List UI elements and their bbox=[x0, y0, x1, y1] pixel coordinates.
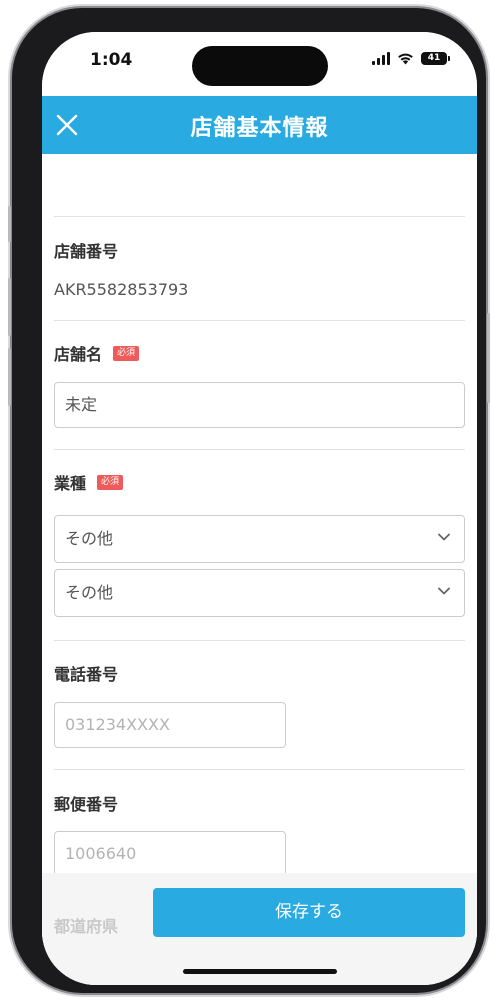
store-name-label: 店舗名 必須 bbox=[54, 341, 140, 365]
home-indicator[interactable] bbox=[183, 969, 337, 974]
status-bar: 1:04 41 bbox=[42, 32, 477, 96]
postal-label-text: 郵便番号 bbox=[54, 795, 119, 814]
divider bbox=[54, 449, 465, 450]
required-badge: 必須 bbox=[97, 474, 124, 490]
save-button[interactable]: 保存する bbox=[153, 888, 465, 937]
phone-label: 電話番号 bbox=[54, 661, 118, 685]
store-number-value: AKR5582853793 bbox=[54, 280, 189, 299]
industry-label: 業種 必須 bbox=[54, 470, 124, 494]
store-number-label-text: 店舗番号 bbox=[54, 242, 119, 261]
app-header: 店舗基本情報 bbox=[42, 96, 477, 154]
status-icons: 41 bbox=[372, 52, 450, 65]
power-button bbox=[487, 313, 490, 403]
signal-icon bbox=[372, 52, 390, 65]
store-name-input[interactable]: 未定 bbox=[54, 382, 465, 428]
prefecture-label: 都道府県 bbox=[54, 917, 119, 936]
divider bbox=[54, 640, 465, 641]
battery-icon: 41 bbox=[421, 52, 450, 65]
industry-select-secondary-value: その他 bbox=[65, 583, 114, 602]
industry-select-secondary[interactable]: その他 bbox=[54, 569, 465, 617]
page-title: 店舗基本情報 bbox=[190, 116, 329, 141]
postal-code-input[interactable]: 1006640 bbox=[54, 831, 286, 877]
divider bbox=[54, 769, 465, 770]
silent-switch bbox=[8, 206, 11, 242]
store-name-label-text: 店舗名 bbox=[54, 345, 103, 364]
dynamic-island bbox=[192, 46, 328, 86]
store-number-label: 店舗番号 bbox=[54, 238, 118, 262]
divider bbox=[54, 216, 465, 217]
industry-label-text: 業種 bbox=[54, 474, 87, 493]
industry-select-primary[interactable]: その他 bbox=[54, 515, 465, 563]
postal-label: 郵便番号 bbox=[54, 791, 118, 815]
phone-label-text: 電話番号 bbox=[54, 665, 119, 684]
divider bbox=[54, 320, 465, 321]
screen: 1:04 41 店舗基本情報 店舗番号 AKR5582853793 店舗名 必須… bbox=[42, 32, 477, 985]
wifi-icon bbox=[398, 53, 413, 65]
status-time: 1:04 bbox=[90, 50, 133, 70]
volume-up-button bbox=[8, 278, 11, 336]
phone-frame: 1:04 41 店舗基本情報 店舗番号 AKR5582853793 店舗名 必須… bbox=[8, 8, 490, 993]
chevron-down-icon bbox=[438, 533, 450, 541]
industry-select-primary-value: その他 bbox=[65, 529, 114, 548]
form-content: 店舗番号 AKR5582853793 店舗名 必須 未定 業種 必須 その他 そ… bbox=[42, 154, 477, 985]
volume-down-button bbox=[8, 348, 11, 406]
phone-input[interactable]: 031234XXXX bbox=[54, 702, 286, 748]
required-badge: 必須 bbox=[113, 345, 140, 361]
chevron-down-icon bbox=[438, 587, 450, 595]
